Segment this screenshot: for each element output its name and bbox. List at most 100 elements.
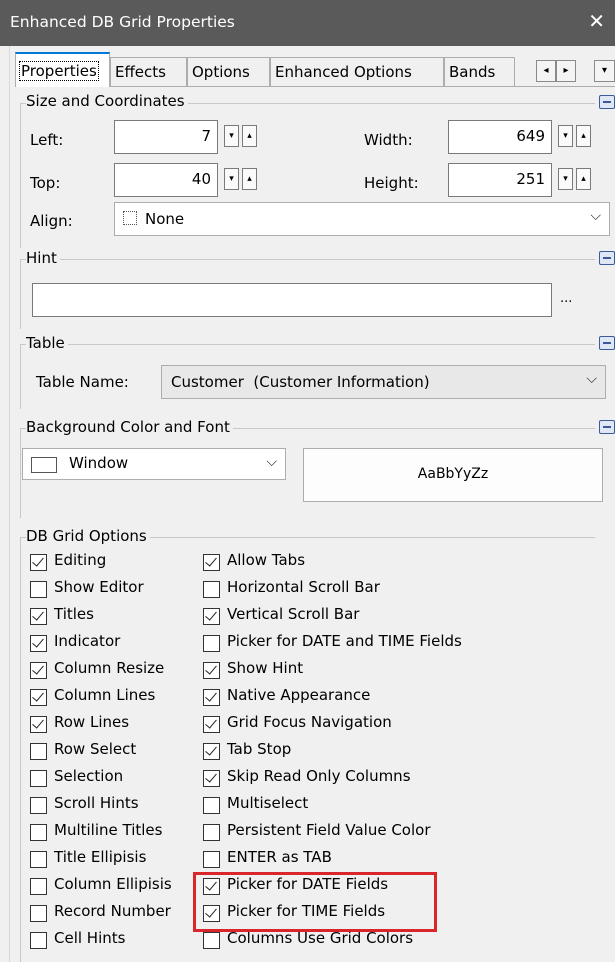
- checked-box-icon[interactable]: [30, 608, 47, 625]
- unchecked-box-icon[interactable]: [203, 824, 220, 841]
- table-name-label: Table Name:: [36, 373, 129, 391]
- collapse-icon[interactable]: [599, 95, 615, 109]
- checked-box-icon[interactable]: [203, 743, 220, 760]
- unchecked-box-icon[interactable]: [30, 770, 47, 787]
- unchecked-box-icon[interactable]: [203, 851, 220, 868]
- checked-box-icon[interactable]: [30, 716, 47, 733]
- option-label: Picker for DATE and TIME Fields: [227, 632, 462, 650]
- tab-effects[interactable]: Effects: [110, 57, 187, 87]
- checked-box-icon[interactable]: [203, 689, 220, 706]
- tab-label: Properties: [19, 61, 99, 81]
- left-down-icon[interactable]: ▾: [224, 125, 239, 147]
- option-label: Show Editor: [54, 578, 144, 596]
- color-select[interactable]: Window ⌵: [22, 448, 286, 480]
- collapse-icon[interactable]: [599, 336, 615, 350]
- collapse-icon[interactable]: [599, 251, 615, 265]
- option-label: Column Lines: [54, 686, 156, 704]
- option-label: Indicator: [54, 632, 121, 650]
- left-up-icon[interactable]: ▴: [242, 125, 257, 147]
- checked-box-icon[interactable]: [30, 662, 47, 679]
- option-label: ENTER as TAB: [227, 848, 332, 866]
- chevron-down-icon: ⌵: [586, 371, 597, 387]
- checked-box-icon[interactable]: [30, 554, 47, 571]
- align-select[interactable]: None ⌵: [114, 202, 610, 236]
- tab-enhanced-options[interactable]: Enhanced Options: [270, 57, 444, 87]
- group-divider: [20, 344, 595, 345]
- align-value: None: [145, 210, 185, 228]
- option-label: Cell Hints: [54, 929, 126, 947]
- group-divider: [20, 103, 21, 248]
- group-divider: [20, 344, 21, 409]
- tab-bands[interactable]: Bands: [444, 57, 515, 87]
- tab-label: Enhanced Options: [275, 63, 412, 81]
- height-label: Height:: [364, 174, 419, 192]
- chevron-down-icon: ⌵: [266, 454, 277, 470]
- height-down-icon[interactable]: ▾: [558, 168, 573, 190]
- chevron-down-icon: ⌵: [590, 208, 601, 224]
- hint-input[interactable]: [32, 283, 552, 317]
- align-none-icon: [123, 211, 137, 225]
- tab-label: Effects: [115, 63, 166, 81]
- checked-box-icon[interactable]: [30, 635, 47, 652]
- option-label: Selection: [54, 767, 124, 785]
- height-up-icon[interactable]: ▴: [576, 168, 591, 190]
- tab-scroll-right-icon[interactable]: ▸: [556, 60, 576, 82]
- background-title: Background Color and Font: [26, 418, 233, 436]
- option-label: Scroll Hints: [54, 794, 139, 812]
- tab-properties[interactable]: Properties: [15, 52, 110, 87]
- checked-box-icon[interactable]: [203, 716, 220, 733]
- width-up-icon[interactable]: ▴: [576, 125, 591, 147]
- collapse-icon[interactable]: [599, 420, 615, 434]
- option-label: Row Select: [54, 740, 137, 758]
- tab-scroll-left-icon[interactable]: ◂: [536, 60, 556, 82]
- table-title: Table: [26, 334, 68, 352]
- unchecked-box-icon[interactable]: [30, 851, 47, 868]
- checked-box-icon[interactable]: [203, 662, 220, 679]
- unchecked-box-icon[interactable]: [30, 878, 47, 895]
- close-icon[interactable]: ✕: [588, 9, 605, 33]
- height-field[interactable]: 251: [448, 163, 552, 197]
- top-label: Top:: [30, 174, 61, 192]
- unchecked-box-icon[interactable]: [30, 932, 47, 949]
- group-divider: [20, 259, 595, 260]
- unchecked-box-icon[interactable]: [30, 743, 47, 760]
- width-down-icon[interactable]: ▾: [558, 125, 573, 147]
- tab-label: Options: [192, 63, 250, 81]
- option-label: Allow Tabs: [227, 551, 306, 569]
- width-label: Width:: [364, 131, 413, 149]
- hint-title: Hint: [26, 249, 60, 267]
- checked-box-icon[interactable]: [203, 608, 220, 625]
- tab-menu-icon[interactable]: ▾: [594, 60, 615, 82]
- checked-box-icon[interactable]: [30, 689, 47, 706]
- hint-ellipsis-button[interactable]: ...: [560, 291, 572, 306]
- top-up-icon[interactable]: ▴: [242, 168, 257, 190]
- table-name-select[interactable]: Customer (Customer Information) ⌵: [161, 365, 606, 399]
- font-button[interactable]: AaBbYyZz: [303, 448, 603, 502]
- align-label: Align:: [30, 212, 73, 230]
- option-label: Skip Read Only Columns: [227, 767, 411, 785]
- grid-options-title: DB Grid Options: [26, 527, 150, 545]
- unchecked-box-icon[interactable]: [30, 581, 47, 598]
- unchecked-box-icon[interactable]: [203, 581, 220, 598]
- checked-box-icon[interactable]: [203, 554, 220, 571]
- group-divider: [20, 537, 21, 962]
- unchecked-box-icon[interactable]: [203, 797, 220, 814]
- option-label: Column Resize: [54, 659, 165, 677]
- group-divider: [20, 428, 21, 518]
- unchecked-box-icon[interactable]: [203, 932, 220, 949]
- top-down-icon[interactable]: ▾: [224, 168, 239, 190]
- width-field[interactable]: 649: [448, 120, 552, 154]
- option-label: Tab Stop: [227, 740, 292, 758]
- left-field[interactable]: 7: [114, 120, 218, 154]
- top-field[interactable]: 40: [114, 163, 218, 197]
- tab-label: Bands: [449, 63, 496, 81]
- unchecked-box-icon[interactable]: [30, 905, 47, 922]
- window-title: Enhanced DB Grid Properties: [10, 13, 235, 31]
- option-label: Row Lines: [54, 713, 130, 731]
- unchecked-box-icon[interactable]: [30, 797, 47, 814]
- size-coords-title: Size and Coordinates: [26, 92, 188, 110]
- tab-options[interactable]: Options: [187, 57, 270, 87]
- unchecked-box-icon[interactable]: [30, 824, 47, 841]
- unchecked-box-icon[interactable]: [203, 635, 220, 652]
- checked-box-icon[interactable]: [203, 770, 220, 787]
